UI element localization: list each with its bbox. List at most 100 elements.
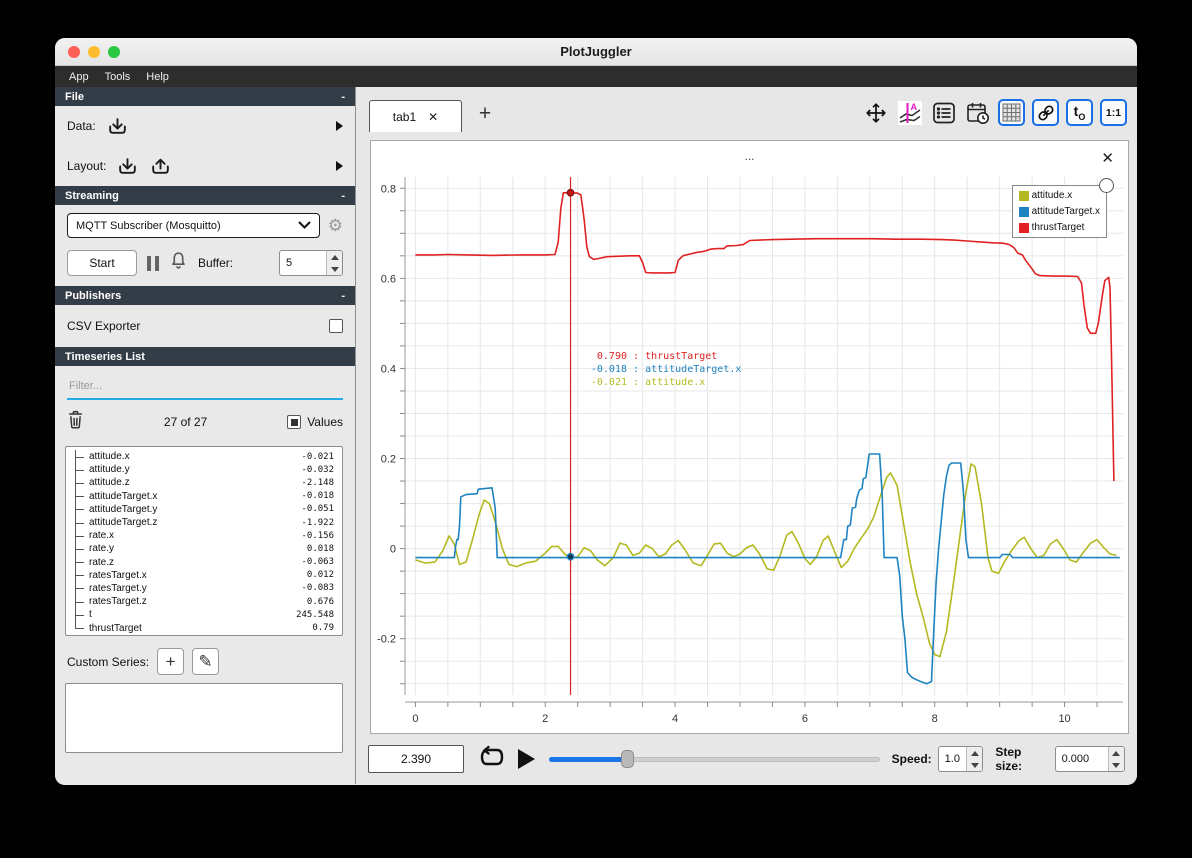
timeseries-item-rate.y[interactable]: rate.y 0.018: [70, 542, 342, 556]
spin-down-button[interactable]: [1108, 759, 1124, 771]
section-header-publishers[interactable]: Publishers -: [55, 286, 355, 305]
start-streaming-button[interactable]: Start: [67, 250, 137, 276]
add-custom-series-button[interactable]: +: [157, 648, 185, 675]
section-header-streaming[interactable]: Streaming -: [55, 186, 355, 205]
zoom-window-button[interactable]: [108, 45, 120, 58]
timeseries-item-rate.z[interactable]: rate.z -0.063: [70, 555, 342, 569]
close-tab-icon[interactable]: ✕: [428, 110, 438, 124]
menu-help[interactable]: Help: [138, 69, 177, 85]
collapse-icon[interactable]: -: [341, 190, 345, 202]
delete-series-trash-icon[interactable]: [67, 410, 84, 434]
data-row: Data:: [55, 106, 355, 146]
timeline-slider[interactable]: [549, 749, 880, 769]
spin-down-button[interactable]: [327, 263, 342, 275]
sidebar: File - Data: Layout: Streaming - MQTT Su…: [55, 87, 356, 784]
chevron-down-icon: [298, 220, 311, 232]
grid-layout-icon[interactable]: [998, 99, 1025, 126]
spin-up-button[interactable]: [1108, 747, 1124, 759]
edit-custom-series-button[interactable]: ✎: [192, 648, 220, 675]
timeseries-item-attitudeTarget.y[interactable]: attitudeTarget.y -0.051: [70, 502, 342, 517]
play-button[interactable]: [518, 749, 535, 769]
svg-text:0.6: 0.6: [381, 273, 396, 285]
csv-exporter-checkbox[interactable]: [329, 319, 343, 333]
layout-menu-arrow-icon[interactable]: [336, 161, 343, 171]
data-menu-arrow-icon[interactable]: [336, 121, 343, 131]
collapse-icon[interactable]: -: [341, 290, 345, 302]
streaming-source-value: MQTT Subscriber (Mosquitto): [76, 219, 221, 232]
tree-branch-icon: [70, 463, 89, 477]
legend-handle-icon[interactable]: [1099, 178, 1114, 193]
timeseries-item-attitude.y[interactable]: attitude.y -0.032: [70, 463, 342, 477]
buffer-label: Buffer:: [198, 256, 234, 270]
timeseries-item-t[interactable]: t 245.548: [70, 608, 342, 622]
streaming-settings-gear-icon[interactable]: ⚙: [328, 216, 343, 236]
spin-up-button[interactable]: [327, 251, 342, 263]
spin-down-button[interactable]: [967, 759, 983, 771]
legend-item-attitude.x[interactable]: attitude.x: [1018, 190, 1100, 201]
timeseries-item-ratesTarget.z[interactable]: ratesTarget.z 0.676: [70, 595, 342, 609]
tree-branch-icon: [70, 581, 89, 596]
link-axes-icon[interactable]: [1032, 99, 1059, 126]
buffer-spinbox[interactable]: 5: [279, 250, 343, 276]
close-window-button[interactable]: [68, 45, 80, 58]
start-button-label: Start: [89, 256, 115, 270]
tree-branch-icon: [70, 595, 89, 609]
filter-input[interactable]: [67, 374, 343, 398]
timeseries-item-rate.x[interactable]: rate.x -0.156: [70, 529, 342, 543]
plot-title: ...: [744, 149, 755, 163]
timeseries-item-attitude.z[interactable]: attitude.z -2.148: [70, 476, 342, 490]
pan-zoom-icon[interactable]: [862, 99, 889, 126]
legend-item-thrustTarget[interactable]: thrustTarget: [1018, 222, 1100, 233]
section-header-file[interactable]: File -: [55, 87, 355, 106]
menu-bar: App Tools Help: [55, 66, 1137, 87]
legend-item-attitudeTarget.x[interactable]: attitudeTarget.x: [1018, 206, 1100, 217]
plot-legend[interactable]: attitude.x attitudeTarget.x thrustTarget: [1011, 178, 1114, 238]
window-title: PlotJuggler: [560, 44, 632, 59]
svg-text:2: 2: [542, 713, 548, 725]
tab-tab1[interactable]: tab1 ✕: [369, 100, 462, 132]
svg-text:0: 0: [390, 544, 396, 556]
plot-canvas[interactable]: 0.8 0.6 0.4 0.2 0 -0.2 0 2 4 6 8 10: [377, 177, 1123, 739]
close-plot-icon[interactable]: ✕: [1101, 149, 1114, 167]
timeseries-item-ratesTarget.y[interactable]: ratesTarget.y -0.083: [70, 581, 342, 596]
curve-tracker-icon[interactable]: A: [896, 99, 923, 126]
notifications-bell-icon[interactable]: [169, 251, 188, 275]
tracker-time-input[interactable]: [368, 745, 464, 773]
collapse-icon[interactable]: -: [341, 91, 345, 103]
tracker-tooltip: 0.790 : thrustTarget -0.018 : attitudeTar…: [581, 350, 742, 389]
pause-icon[interactable]: [147, 255, 159, 271]
speed-spinbox[interactable]: 1.0: [937, 746, 984, 772]
streaming-source-select[interactable]: MQTT Subscriber (Mosquitto): [67, 213, 320, 238]
menu-app[interactable]: App: [61, 69, 97, 85]
main-area: tab1 ✕ + A tO 1:1 ... ✕ 0.8 0.6 0.4 0.2 …: [356, 87, 1137, 784]
loop-playback-icon[interactable]: [478, 745, 506, 774]
slider-handle[interactable]: [620, 750, 634, 768]
streaming-section-label: Streaming: [65, 189, 119, 202]
section-header-timeseries[interactable]: Timeseries List: [55, 347, 355, 366]
menu-tools[interactable]: Tools: [97, 69, 139, 85]
timeseries-item-attitudeTarget.z[interactable]: attitudeTarget.z -1.922: [70, 515, 342, 530]
add-tab-button[interactable]: +: [472, 101, 498, 127]
minimize-window-button[interactable]: [88, 45, 100, 58]
values-checkbox[interactable]: [287, 415, 302, 429]
legend-swatch: [1018, 206, 1029, 217]
load-layout-icon[interactable]: [116, 156, 139, 177]
ratio-one-to-one-icon[interactable]: 1:1: [1100, 99, 1127, 126]
save-layout-icon[interactable]: [149, 156, 172, 177]
spin-up-button[interactable]: [967, 747, 983, 759]
svg-text:0.4: 0.4: [381, 363, 396, 375]
tree-branch-icon: [70, 502, 89, 517]
title-bar: PlotJuggler: [55, 38, 1137, 66]
timeseries-item-attitude.x[interactable]: attitude.x -0.021: [70, 450, 342, 464]
timeseries-item-ratesTarget.x[interactable]: ratesTarget.x 0.012: [70, 568, 342, 583]
curve-list-icon[interactable]: [930, 99, 957, 126]
timeseries-item-attitudeTarget.x[interactable]: attitudeTarget.x -0.018: [70, 489, 342, 503]
plot-panel[interactable]: ... ✕ 0.8 0.6 0.4 0.2 0 -0.2 0 2 4 6 8 10 attitude.…: [370, 140, 1129, 734]
step-size-spinbox[interactable]: 0.000: [1054, 746, 1125, 772]
tree-branch-icon: [70, 529, 89, 543]
custom-series-list[interactable]: [65, 683, 343, 753]
timeseries-item-thrustTarget[interactable]: thrustTarget 0.79: [70, 621, 342, 634]
load-data-icon[interactable]: [106, 116, 129, 137]
time-offset-icon[interactable]: tO: [1066, 99, 1093, 126]
datetime-icon[interactable]: [964, 99, 991, 126]
